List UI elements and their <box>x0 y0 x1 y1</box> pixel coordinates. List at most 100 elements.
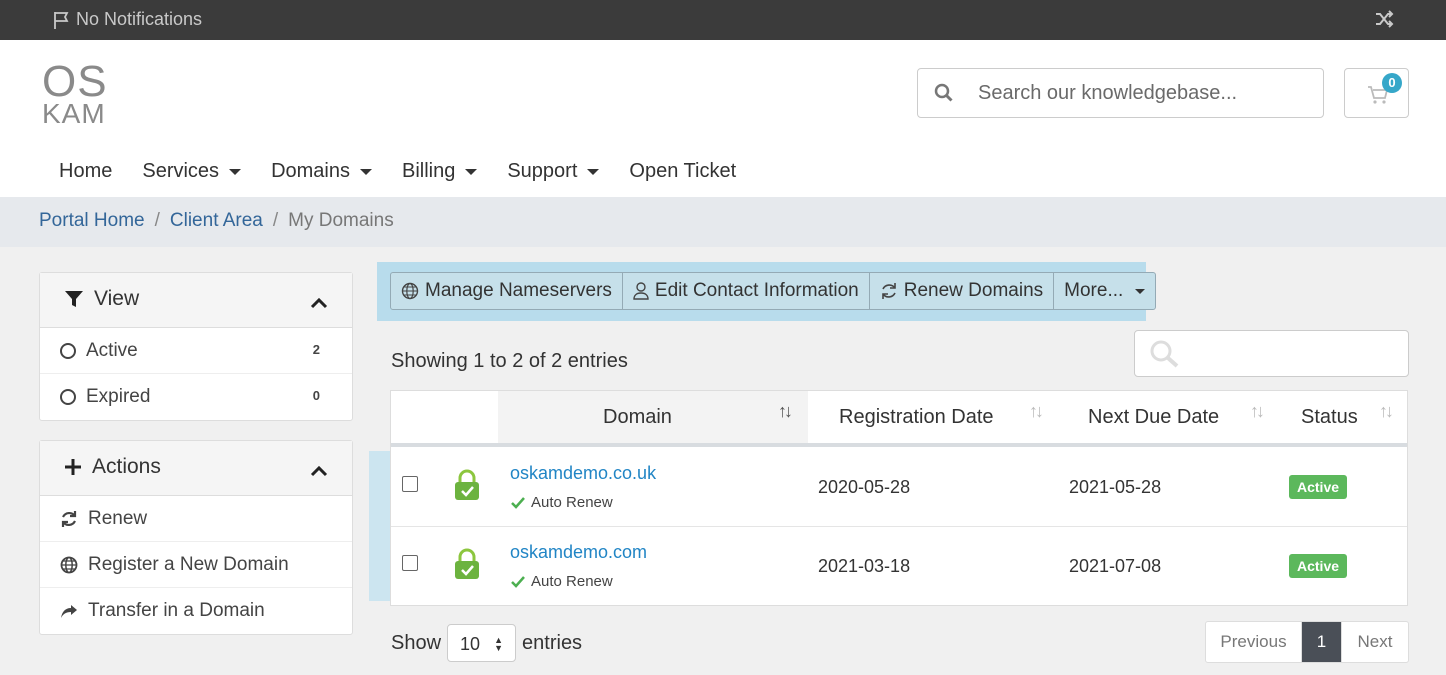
filter-count: 2 <box>312 342 320 357</box>
sort-icon[interactable]: ↑↓ <box>1250 401 1265 422</box>
nav-home[interactable]: Home <box>59 160 112 183</box>
logo-line-2: KAM <box>42 98 106 129</box>
view-panel: View Active 2 Expired 0 <box>39 272 353 421</box>
next-due-date: 2021-07-08 <box>1069 556 1162 576</box>
actions-panel-header[interactable]: Actions <box>40 441 352 496</box>
page-size-select[interactable]: 10 ▲ ▼ <box>447 624 517 662</box>
nav-billing[interactable]: Billing <box>401 160 478 183</box>
ssl-lock-icon <box>454 548 480 585</box>
nav-services[interactable]: Services <box>142 160 242 183</box>
next-page-button[interactable]: Next <box>1342 622 1408 662</box>
button-label: Manage Nameservers <box>425 280 612 301</box>
view-panel-header[interactable]: View <box>40 273 352 328</box>
caret-down-icon <box>359 168 372 175</box>
globe-icon <box>60 556 78 574</box>
breadcrumb-current: My Domains <box>288 210 394 231</box>
search-icon <box>934 83 954 108</box>
breadcrumb-separator: / <box>154 210 160 231</box>
logo[interactable]: OS KAM <box>42 60 108 128</box>
table-row[interactable]: oskamdemo.com Auto Renew 2021-03-18 2021… <box>391 527 1407 606</box>
refresh-icon <box>61 511 77 527</box>
breadcrumb-portal-home[interactable]: Portal Home <box>39 210 145 231</box>
chevron-up-icon[interactable] <box>310 291 328 315</box>
row-checkbox[interactable] <box>402 476 418 492</box>
site-header: OS KAM 0 Home Services Domains Billing S… <box>0 40 1446 197</box>
nav-support[interactable]: Support <box>507 160 600 183</box>
auto-renew-label: Auto Renew <box>531 573 613 590</box>
search-input[interactable] <box>978 79 1308 107</box>
previous-page-button[interactable]: Previous <box>1206 622 1302 662</box>
next-due-date: 2021-05-28 <box>1069 477 1162 497</box>
filter-label: Expired <box>86 386 151 407</box>
table-header: Domain ↑↓ Registration Date ↑↓ Next Due … <box>391 391 1407 447</box>
sort-icon[interactable]: ↑↓ <box>1379 401 1394 422</box>
domain-link[interactable]: oskamdemo.co.uk <box>510 463 656 484</box>
updown-arrow-icon: ▲ ▼ <box>494 635 504 653</box>
ssl-lock-icon <box>454 469 480 506</box>
column-header-next-due-date[interactable]: Next Due Date <box>1088 406 1219 429</box>
action-label: Renew <box>88 508 148 529</box>
caret-down-icon <box>1135 288 1146 294</box>
page-1-button[interactable]: 1 <box>1302 622 1342 662</box>
status-badge: Active <box>1289 554 1348 578</box>
nav-label: Support <box>507 160 578 182</box>
pagination: Previous 1 Next <box>1205 621 1409 663</box>
nav-open-ticket[interactable]: Open Ticket <box>629 160 736 183</box>
radio-button[interactable] <box>60 343 76 359</box>
manage-nameservers-button[interactable]: Manage Nameservers <box>391 273 623 309</box>
auto-renew-indicator: Auto Renew <box>511 494 613 511</box>
action-transfer-domain[interactable]: Transfer in a Domain <box>40 588 352 634</box>
row-checkbox[interactable] <box>402 555 418 571</box>
show-label: Show <box>391 631 442 654</box>
page-size-value: 10 <box>460 634 481 654</box>
shuffle-icon[interactable] <box>1374 9 1394 34</box>
column-header-status[interactable]: Status <box>1301 406 1358 429</box>
button-label: Edit Contact Information <box>654 280 859 301</box>
table-search-input[interactable] <box>1134 330 1409 377</box>
action-renew[interactable]: Renew <box>40 496 352 542</box>
sort-icon[interactable]: ↑↓ <box>778 401 793 422</box>
nav-label: Open Ticket <box>629 160 737 182</box>
view-filter-expired[interactable]: Expired 0 <box>40 374 352 420</box>
nav-label: Domains <box>271 160 350 182</box>
nav-domains[interactable]: Domains <box>271 160 372 183</box>
renew-domains-button[interactable]: Renew Domains <box>870 273 1055 309</box>
button-label: Renew Domains <box>903 280 1044 301</box>
action-label: Register a New Domain <box>88 554 289 575</box>
breadcrumb-client-area[interactable]: Client Area <box>170 210 263 231</box>
edit-contact-button[interactable]: Edit Contact Information <box>623 273 870 309</box>
chevron-up-icon[interactable] <box>310 459 328 483</box>
column-header-registration-date[interactable]: Registration Date <box>839 406 994 429</box>
sort-icon[interactable]: ↑↓ <box>1029 401 1044 422</box>
action-register-domain[interactable]: Register a New Domain <box>40 542 352 588</box>
column-header-domain[interactable]: Domain <box>603 406 672 429</box>
breadcrumb: Portal Home / Client Area / My Domains <box>0 197 1446 247</box>
notifications-link[interactable]: No Notifications <box>52 9 202 30</box>
view-filter-active[interactable]: Active 2 <box>40 328 352 374</box>
filter-count: 0 <box>312 388 320 403</box>
more-dropdown-button[interactable]: More... <box>1054 273 1155 309</box>
domain-link[interactable]: oskamdemo.com <box>510 542 647 563</box>
nav-label: Billing <box>401 160 456 182</box>
table-row[interactable]: oskamdemo.co.uk Auto Renew 2020-05-28 20… <box>391 448 1407 527</box>
top-bar: No Notifications <box>0 0 1446 40</box>
check-icon <box>511 496 525 509</box>
auto-renew-indicator: Auto Renew <box>511 573 613 590</box>
view-panel-title: View <box>94 287 140 310</box>
cart-button[interactable]: 0 <box>1344 68 1409 118</box>
main-nav: Home Services Domains Billing Support Op… <box>59 160 766 183</box>
registration-date: 2021-03-18 <box>818 556 911 576</box>
radio-button[interactable] <box>60 389 76 405</box>
caret-down-icon <box>587 168 600 175</box>
globe-icon <box>401 282 419 300</box>
flag-icon <box>54 11 69 29</box>
search-icon <box>1149 339 1181 374</box>
share-arrow-icon <box>61 605 77 618</box>
entries-info: Showing 1 to 2 of 2 entries <box>391 350 628 372</box>
notifications-label: No Notifications <box>76 9 203 29</box>
auto-renew-label: Auto Renew <box>531 494 613 511</box>
check-icon <box>511 575 525 588</box>
button-label: More... <box>1064 280 1124 301</box>
actions-panel: Actions Renew Register a New Domain Tran… <box>39 440 353 635</box>
actions-panel-title: Actions <box>92 455 161 478</box>
